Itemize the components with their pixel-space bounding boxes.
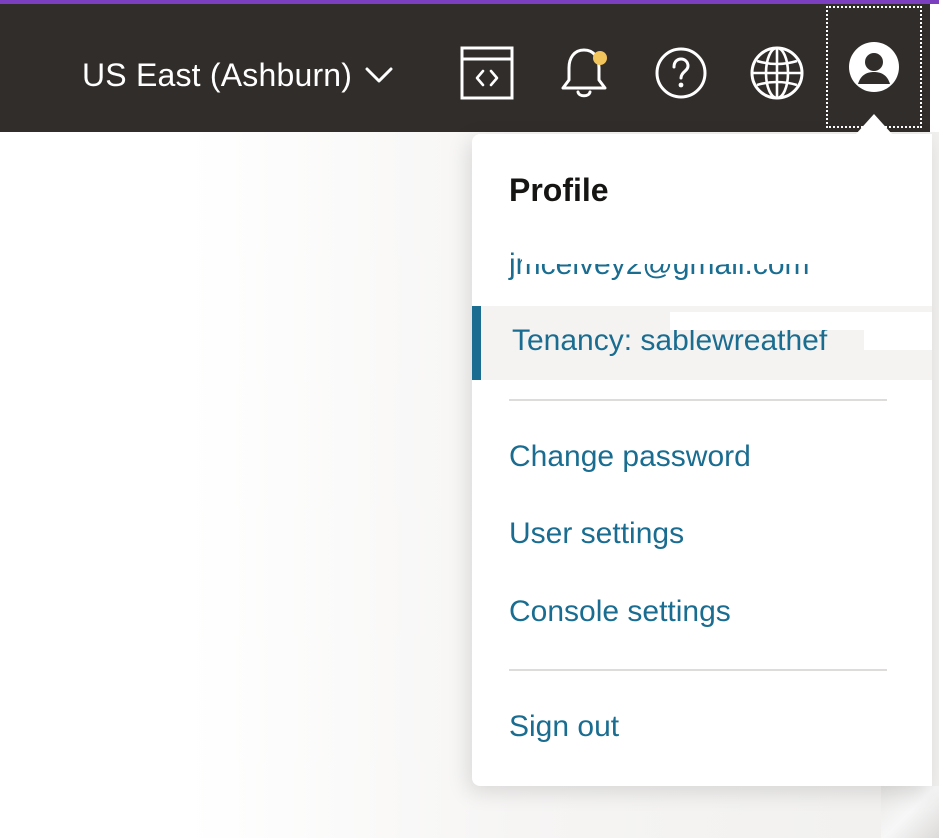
user-profile-icon	[849, 42, 899, 92]
help-icon	[655, 47, 707, 99]
menu-divider	[509, 399, 887, 401]
selected-indicator	[472, 306, 481, 380]
tenancy-item[interactable]: Tenancy: sablewreathef	[472, 306, 932, 380]
header-edge	[930, 4, 939, 132]
language-globe-icon	[750, 46, 804, 100]
email-redaction	[522, 250, 862, 264]
notifications-button[interactable]	[556, 44, 614, 102]
console-settings-link[interactable]: Console settings	[509, 595, 731, 629]
sign-out-link[interactable]: Sign out	[509, 710, 619, 744]
region-selector[interactable]: US East (Ashburn)	[82, 52, 394, 98]
change-password-link[interactable]: Change password	[509, 440, 751, 474]
developer-tools-button[interactable]	[458, 44, 516, 102]
region-label: US East (Ashburn)	[82, 56, 353, 93]
profile-menu: Profile jmcelvey2@gmail.com Tenancy: sab…	[472, 134, 932, 786]
tenancy-redaction-right	[864, 328, 932, 350]
user-settings-link[interactable]: User settings	[509, 517, 684, 551]
console-header: US East (Ashburn)	[0, 4, 930, 132]
corner-decoration	[881, 786, 939, 838]
menu-divider	[509, 669, 887, 671]
language-button[interactable]	[748, 44, 806, 102]
menu-caret	[856, 114, 892, 134]
chevron-down-icon	[365, 67, 393, 83]
developer-tools-icon	[460, 46, 514, 100]
notifications-bell-icon	[561, 48, 607, 98]
profile-menu-title: Profile	[509, 172, 609, 208]
profile-button[interactable]	[826, 6, 922, 128]
notification-dot	[593, 51, 607, 65]
help-button[interactable]	[652, 44, 710, 102]
